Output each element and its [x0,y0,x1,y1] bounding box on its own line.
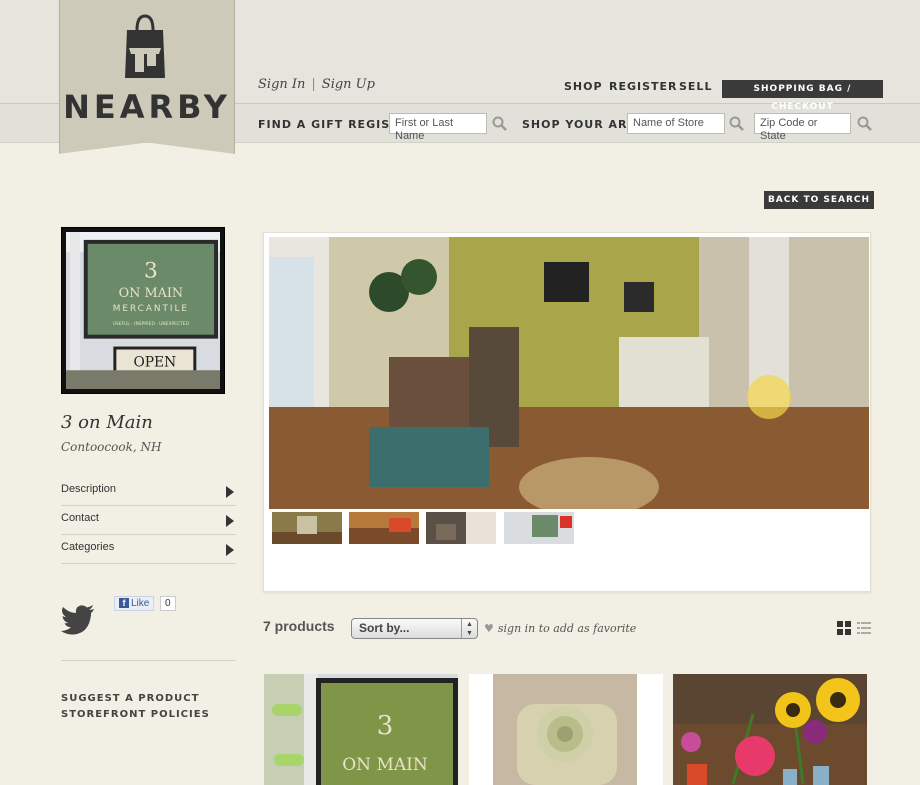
favorite-label: sign in to add as favorite [497,622,637,635]
list-view-icon[interactable] [857,621,871,635]
logo-wordmark: NEARBY [63,88,231,126]
product-card[interactable] [469,674,663,785]
nav-sell[interactable]: SELL [679,80,712,93]
twitter-icon[interactable] [61,605,95,635]
grid-view-icon[interactable] [837,621,851,635]
triangle-right-icon [226,544,234,556]
back-to-search-button[interactable]: BACK TO SEARCH [764,191,874,209]
auth-links: Sign In | Sign Up [258,77,375,92]
product-card[interactable]: 3 ON MAIN [264,674,458,785]
sign-on-main: ON MAIN [119,286,184,301]
gallery-thumbnail[interactable] [504,512,574,544]
gallery-thumbnail[interactable] [426,512,496,544]
sort-select[interactable]: Sort by... ▲ ▼ [351,618,478,639]
nav-shop[interactable]: SHOP [564,80,603,93]
store-location: Contoocook, NH [61,440,162,454]
sidebar-item-label: Categories [61,541,115,553]
heart-icon: ♥ [484,622,494,635]
facebook-like-button[interactable]: f Like [114,596,155,611]
store-thumbnail: 3 ON MAIN MERCANTILE USEFUL · INSPIRED ·… [61,227,225,394]
shopping-bag-icon [125,14,165,78]
sidebar-item-contact[interactable]: Contact [61,506,236,535]
sign-open: OPEN [133,354,176,370]
sort-select-value: Sort by... [359,621,410,635]
product-card[interactable] [673,674,867,785]
sign-in-link[interactable]: Sign In [258,77,305,92]
sidebar-item-description[interactable]: Description [61,477,236,506]
sidebar-item-categories[interactable]: Categories [61,535,236,564]
auth-separator: | [311,77,316,92]
store-interior-photo [269,237,869,509]
sign-on-main: ON MAIN [342,755,428,775]
like-count: 0 [160,596,176,611]
sidebar-divider [61,660,236,661]
sidebar-item-label: Description [61,483,117,495]
store-name: 3 on Main [61,412,153,433]
search-icon[interactable] [729,116,744,131]
product-count: 7 products [263,618,335,634]
store-gallery [263,232,871,592]
sign-up-link[interactable]: Sign Up [322,77,375,92]
sign-mercantile: MERCANTILE [113,304,189,314]
like-label: Like [131,598,150,609]
storefront-policies-link[interactable]: STOREFRONT POLICIES [61,709,210,720]
facebook-icon: f [119,598,129,608]
zip-state-input[interactable]: Zip Code or State [754,113,851,142]
sign-number: 3 [144,258,158,283]
sign-tagline: USEFUL · INSPIRED · UNEXPECTED [113,321,190,327]
logo[interactable]: NEARBY [59,0,235,154]
gallery-thumbnail[interactable] [272,512,342,544]
select-arrows-icon: ▲ ▼ [461,619,477,638]
search-icon[interactable] [857,116,872,131]
checkout-button[interactable]: SHOPPING BAG / CHECKOUT [722,80,883,112]
triangle-right-icon [226,515,234,527]
favorite-link[interactable]: ♥ sign in to add as favorite [484,622,636,635]
store-name-input[interactable]: Name of Store [627,113,725,134]
suggest-product-link[interactable]: SUGGEST A PRODUCT [61,693,199,704]
nav-register[interactable]: REGISTER [609,80,678,93]
sidebar-item-label: Contact [61,512,99,524]
sign-number: 3 [377,711,394,741]
triangle-right-icon [226,486,234,498]
search-icon[interactable] [492,116,507,131]
gallery-thumbnail[interactable] [349,512,419,544]
registry-name-input[interactable]: First or Last Name [389,113,487,142]
